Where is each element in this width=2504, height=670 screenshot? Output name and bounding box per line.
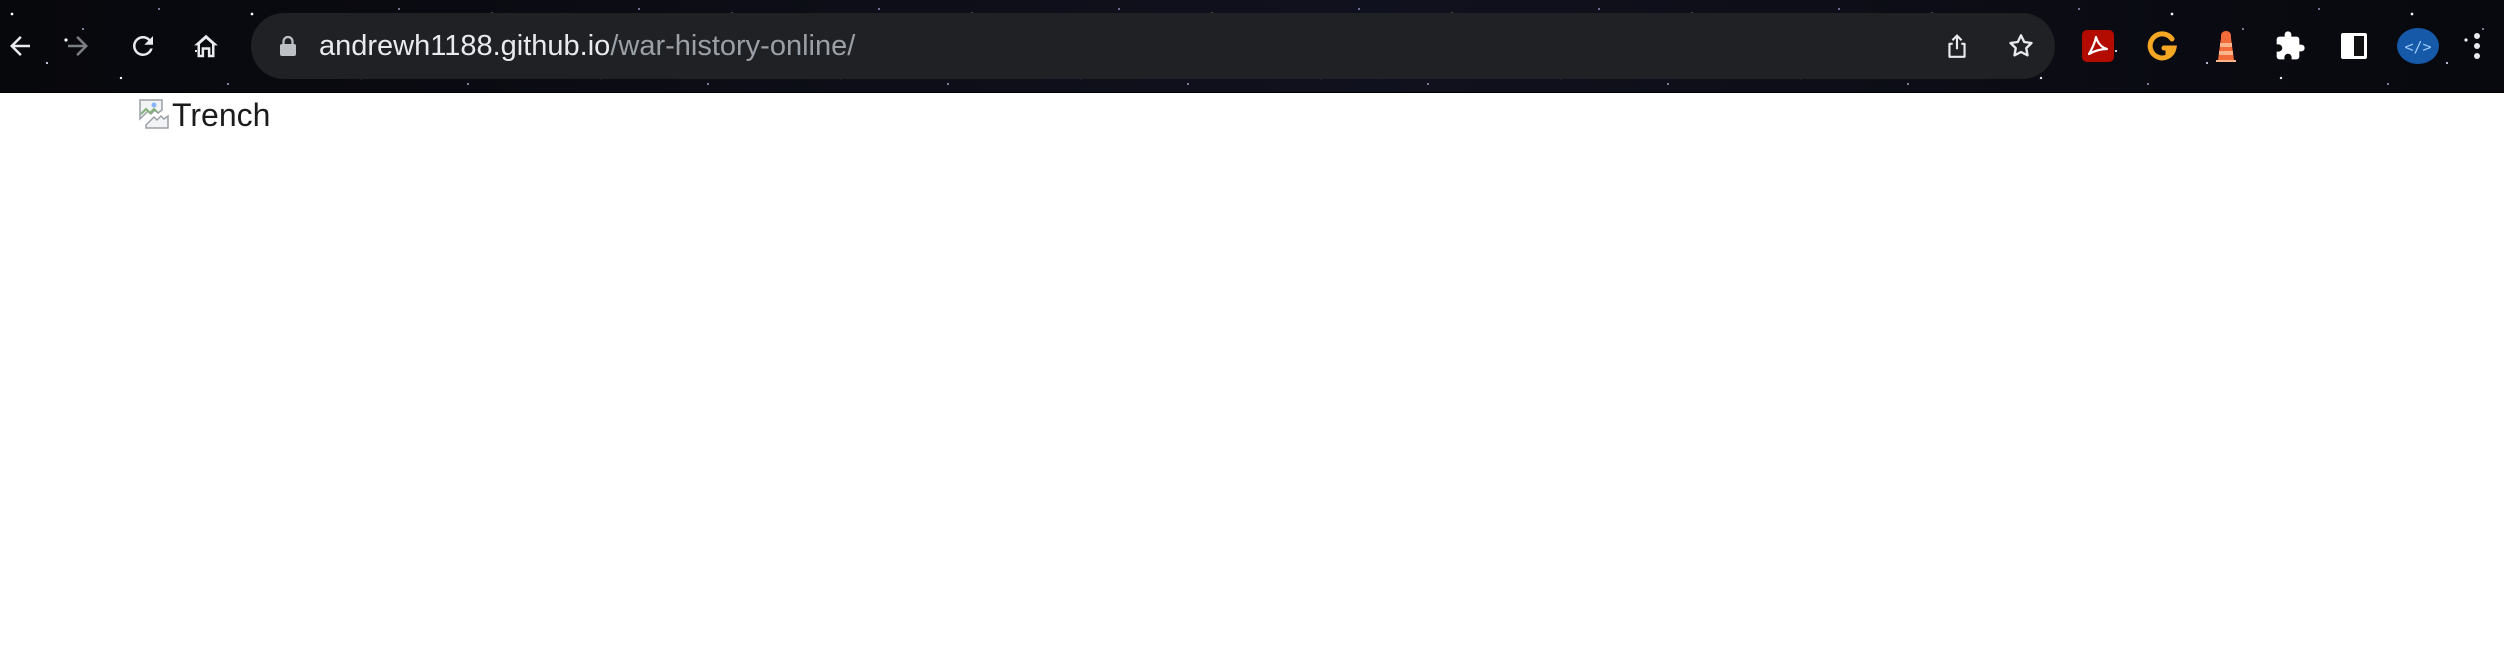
- svg-text:</>: </>: [2404, 38, 2431, 56]
- bookmark-button[interactable]: [2001, 26, 2041, 66]
- url-text[interactable]: andrewh1188.github.io/war-history-online…: [319, 13, 855, 79]
- home-icon: [194, 34, 218, 58]
- address-bar[interactable]: andrewh1188.github.io/war-history-online…: [251, 13, 2055, 79]
- reload-icon: [133, 35, 153, 56]
- adobe-acrobat-icon: [2082, 30, 2114, 62]
- forward-button[interactable]: [58, 26, 98, 66]
- broken-image-icon: [138, 98, 170, 135]
- url-host: andrewh1188.github.io: [319, 30, 611, 62]
- grammarly-extension[interactable]: [2140, 24, 2184, 68]
- lighthouse-icon: [2216, 31, 2236, 62]
- bookmark-star-icon: [2009, 34, 2033, 57]
- back-button[interactable]: [0, 26, 40, 66]
- lighthouse-extension[interactable]: [2204, 24, 2248, 68]
- reload-button[interactable]: [123, 26, 163, 66]
- share-button[interactable]: [1937, 26, 1977, 66]
- code-viewer-extension[interactable]: </>: [2396, 24, 2440, 68]
- code-viewer-icon: </>: [2397, 28, 2439, 64]
- adobe-acrobat-extension[interactable]: [2076, 24, 2120, 68]
- trench-image: Trench: [138, 95, 270, 135]
- arrow-right-icon: [68, 36, 88, 56]
- extensions-menu-button[interactable]: [2268, 24, 2312, 68]
- browser-menu-button[interactable]: [2462, 24, 2492, 68]
- grammarly-g-icon: [2147, 31, 2177, 61]
- reader-mode-icon: [2341, 33, 2367, 59]
- home-button[interactable]: [186, 26, 226, 66]
- browser-toolbar: andrewh1188.github.io/war-history-online…: [0, 0, 2504, 93]
- page-content: Trench: [0, 93, 2504, 670]
- extensions-puzzle-icon: [2276, 31, 2305, 60]
- url-path: /war-history-online/: [610, 30, 856, 62]
- image-alt-text: Trench: [172, 97, 271, 133]
- reader-mode-button[interactable]: [2332, 24, 2376, 68]
- arrow-left-icon: [10, 36, 30, 56]
- kebab-menu-icon: [2474, 33, 2480, 59]
- lock-icon[interactable]: [279, 35, 297, 62]
- share-icon: [1948, 34, 1966, 58]
